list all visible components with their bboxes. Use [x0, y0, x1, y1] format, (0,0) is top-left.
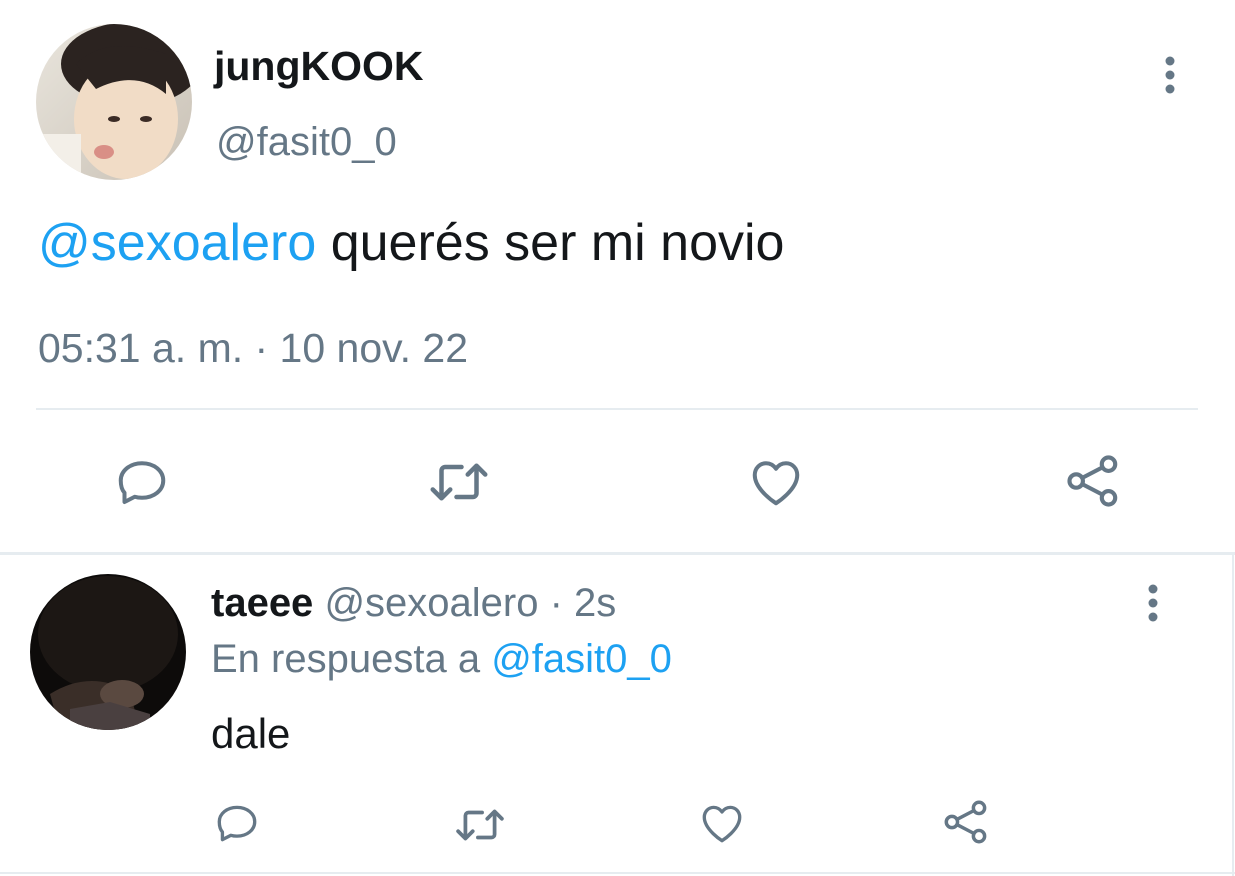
main-mention-link[interactable]: @sexoalero — [38, 214, 316, 272]
like-icon — [702, 805, 742, 843]
reply-header: taeee @sexoalero · 2s — [211, 580, 616, 626]
main-reply-button[interactable] — [112, 452, 172, 512]
main-tweet-body: querés ser mi novio — [316, 214, 785, 272]
reply-avatar[interactable] — [30, 574, 186, 730]
reply-text: dale — [211, 710, 291, 757]
like-icon — [752, 461, 800, 506]
retweet-icon — [456, 809, 504, 841]
reply-display-name[interactable]: taeee — [211, 581, 313, 625]
share-icon — [1067, 455, 1118, 507]
right-edge-line — [1232, 555, 1234, 876]
reply-reply-button[interactable] — [212, 798, 262, 848]
main-share-button[interactable] — [1062, 450, 1124, 512]
main-display-name[interactable]: jungKOOK — [214, 42, 424, 90]
reply-handle[interactable]: @sexoalero — [324, 581, 538, 625]
main-retweet-button[interactable] — [426, 452, 492, 512]
main-handle[interactable]: @fasit0_0 — [216, 118, 397, 166]
main-more-icon[interactable] — [1160, 56, 1180, 96]
reply-to-link[interactable]: @fasit0_0 — [491, 637, 672, 681]
retweet-icon — [430, 463, 488, 501]
reply-share-button[interactable] — [940, 796, 992, 848]
reply-more-icon[interactable] — [1143, 584, 1163, 624]
section-divider — [0, 552, 1235, 555]
reply-icon — [217, 805, 257, 842]
share-icon — [944, 800, 987, 844]
main-tweet-text: @sexoalero querés ser mi novio — [38, 212, 784, 274]
reply-like-button[interactable] — [696, 798, 748, 848]
main-like-button[interactable] — [744, 452, 808, 512]
bottom-divider — [0, 872, 1235, 874]
main-avatar[interactable] — [36, 24, 192, 180]
main-divider — [36, 408, 1198, 410]
reply-retweet-button[interactable] — [452, 800, 508, 850]
main-timestamp[interactable]: 05:31 a. m. · 10 nov. 22 — [38, 324, 468, 372]
reply-time[interactable]: · 2s — [538, 581, 617, 625]
reply-context: En respuesta a @fasit0_0 — [211, 636, 672, 682]
reply-icon — [118, 461, 166, 504]
reply-context-prefix: En respuesta a — [211, 637, 492, 681]
